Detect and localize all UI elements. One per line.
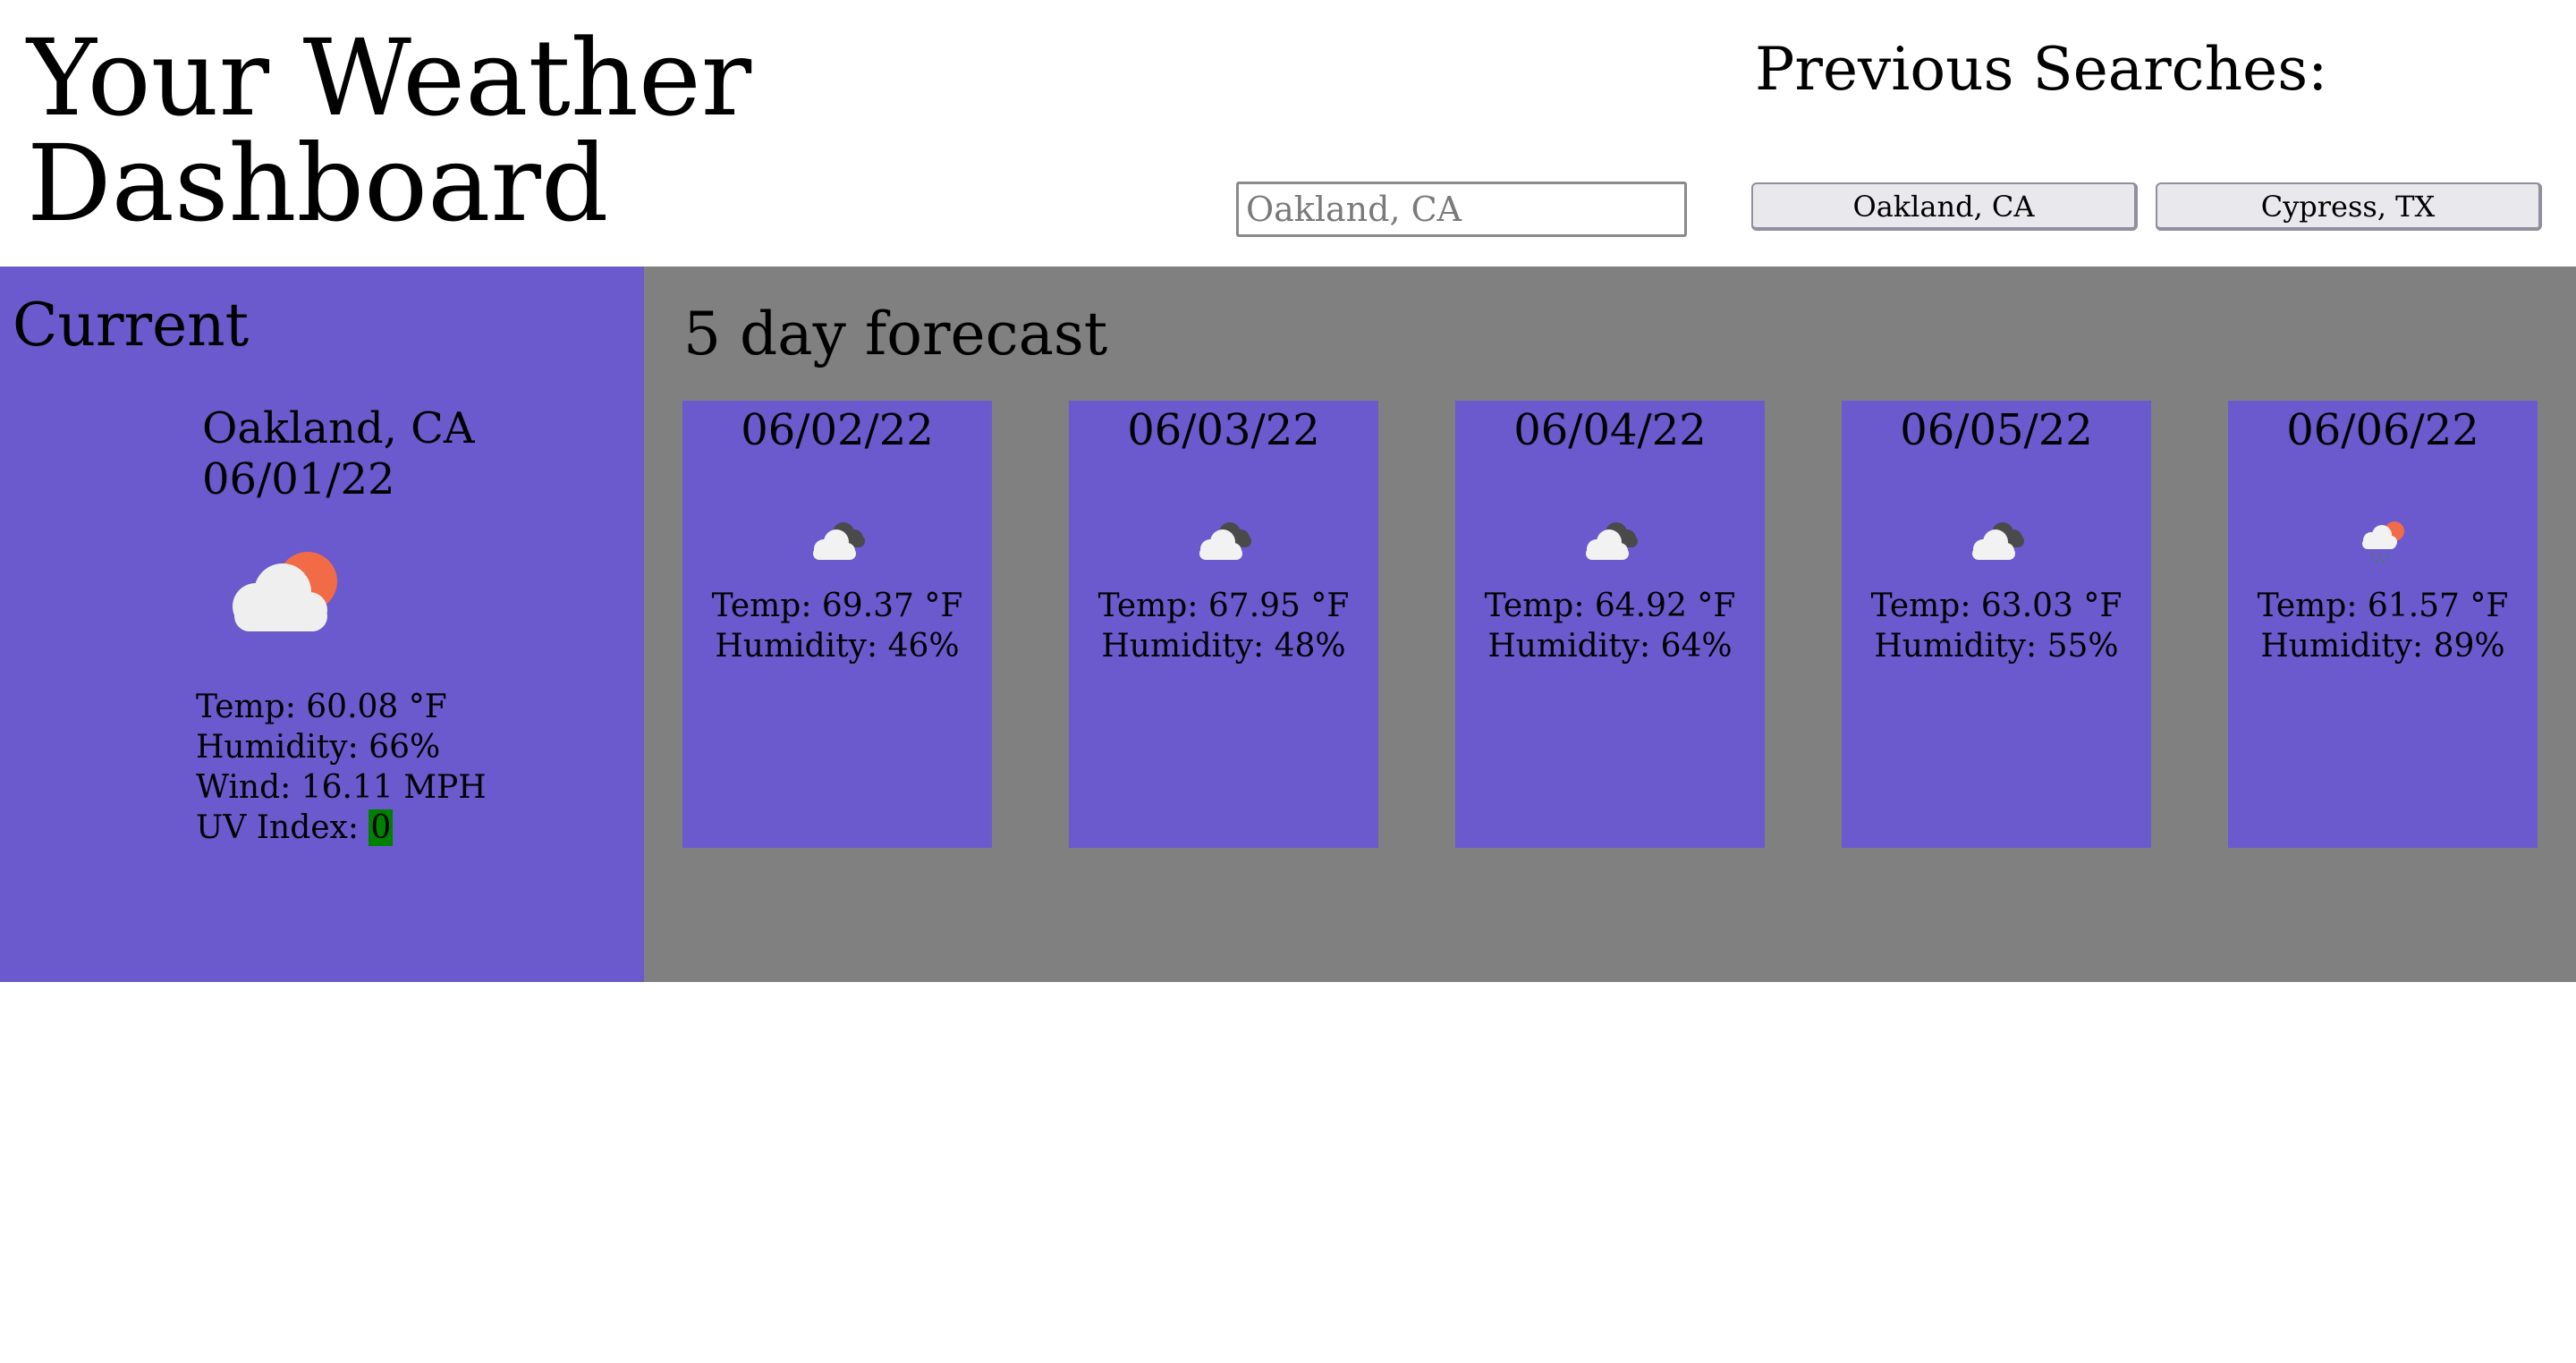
forecast-date: 06/06/22 [2286, 405, 2479, 455]
forecast-date: 06/05/22 [1900, 405, 2093, 455]
forecast-humidity: Humidity: 46% [715, 628, 960, 665]
rain-sun-icon [2362, 521, 2404, 563]
header: Your Weather Dashboard Previous Searches… [0, 0, 2576, 267]
current-humidity: Humidity: 66% [196, 729, 441, 766]
forecast-heading: 5 day forecast [683, 300, 1108, 368]
forecast-temp: Temp: 61.57 °F [2257, 588, 2509, 624]
forecast-card: 06/04/22 Temp: 64.92 °F Humidity: 64% [1455, 401, 1765, 848]
history-button-oakland[interactable]: Oakland, CA [1751, 182, 2138, 231]
broken-clouds-icon [1972, 522, 2024, 560]
forecast-humidity: Humidity: 55% [1874, 628, 2119, 665]
forecast-temp: Temp: 67.95 °F [1097, 588, 1350, 624]
previous-searches-label: Previous Searches: [1755, 35, 2328, 104]
forecast-date: 06/02/22 [741, 405, 934, 455]
uv-index-badge: 0 [369, 809, 394, 846]
current-weather-panel: Current Oakland, CA 06/01/22 Temp: 60.08… [0, 267, 644, 982]
broken-clouds-icon [1586, 522, 1638, 560]
forecast-card: 06/03/22 Temp: 67.95 °F Humidity: 48% [1069, 401, 1378, 848]
partly-cloudy-sun-icon [233, 552, 337, 631]
forecast-panel: 5 day forecast 06/02/22 Temp: 69.37 °F H… [644, 267, 2576, 982]
current-stats: Temp: 60.08 °F Humidity: 66% Wind: 16.11… [196, 687, 487, 848]
uv-label: UV Index: [196, 809, 369, 846]
page-title: Your Weather Dashboard [27, 16, 752, 245]
forecast-humidity: Humidity: 89% [2260, 628, 2505, 665]
current-city: Oakland, CA [202, 403, 475, 453]
current-date: 06/01/22 [202, 454, 395, 504]
forecast-temp: Temp: 69.37 °F [711, 588, 963, 624]
forecast-humidity: Humidity: 48% [1101, 628, 1346, 665]
forecast-date: 06/03/22 [1127, 405, 1320, 455]
broken-clouds-icon [1199, 522, 1251, 560]
forecast-date: 06/04/22 [1513, 405, 1707, 455]
current-heading: Current [13, 291, 250, 360]
forecast-card: 06/05/22 Temp: 63.03 °F Humidity: 55% [1842, 401, 2151, 848]
current-wind: Wind: 16.11 MPH [196, 769, 487, 806]
current-temp: Temp: 60.08 °F [196, 689, 447, 725]
forecast-card: 06/06/22 Temp: 61.57 °F Humidity: 89% [2228, 401, 2538, 848]
forecast-temp: Temp: 64.92 °F [1484, 588, 1736, 624]
current-uv: UV Index: 0 [196, 808, 487, 848]
broken-clouds-icon [813, 522, 865, 560]
city-search-input[interactable] [1236, 182, 1687, 237]
forecast-temp: Temp: 63.03 °F [1870, 588, 2123, 624]
forecast-card: 06/02/22 Temp: 69.37 °F Humidity: 46% [682, 401, 992, 848]
forecast-humidity: Humidity: 64% [1487, 628, 1733, 665]
history-button-cypress[interactable]: Cypress, TX [2156, 182, 2542, 231]
